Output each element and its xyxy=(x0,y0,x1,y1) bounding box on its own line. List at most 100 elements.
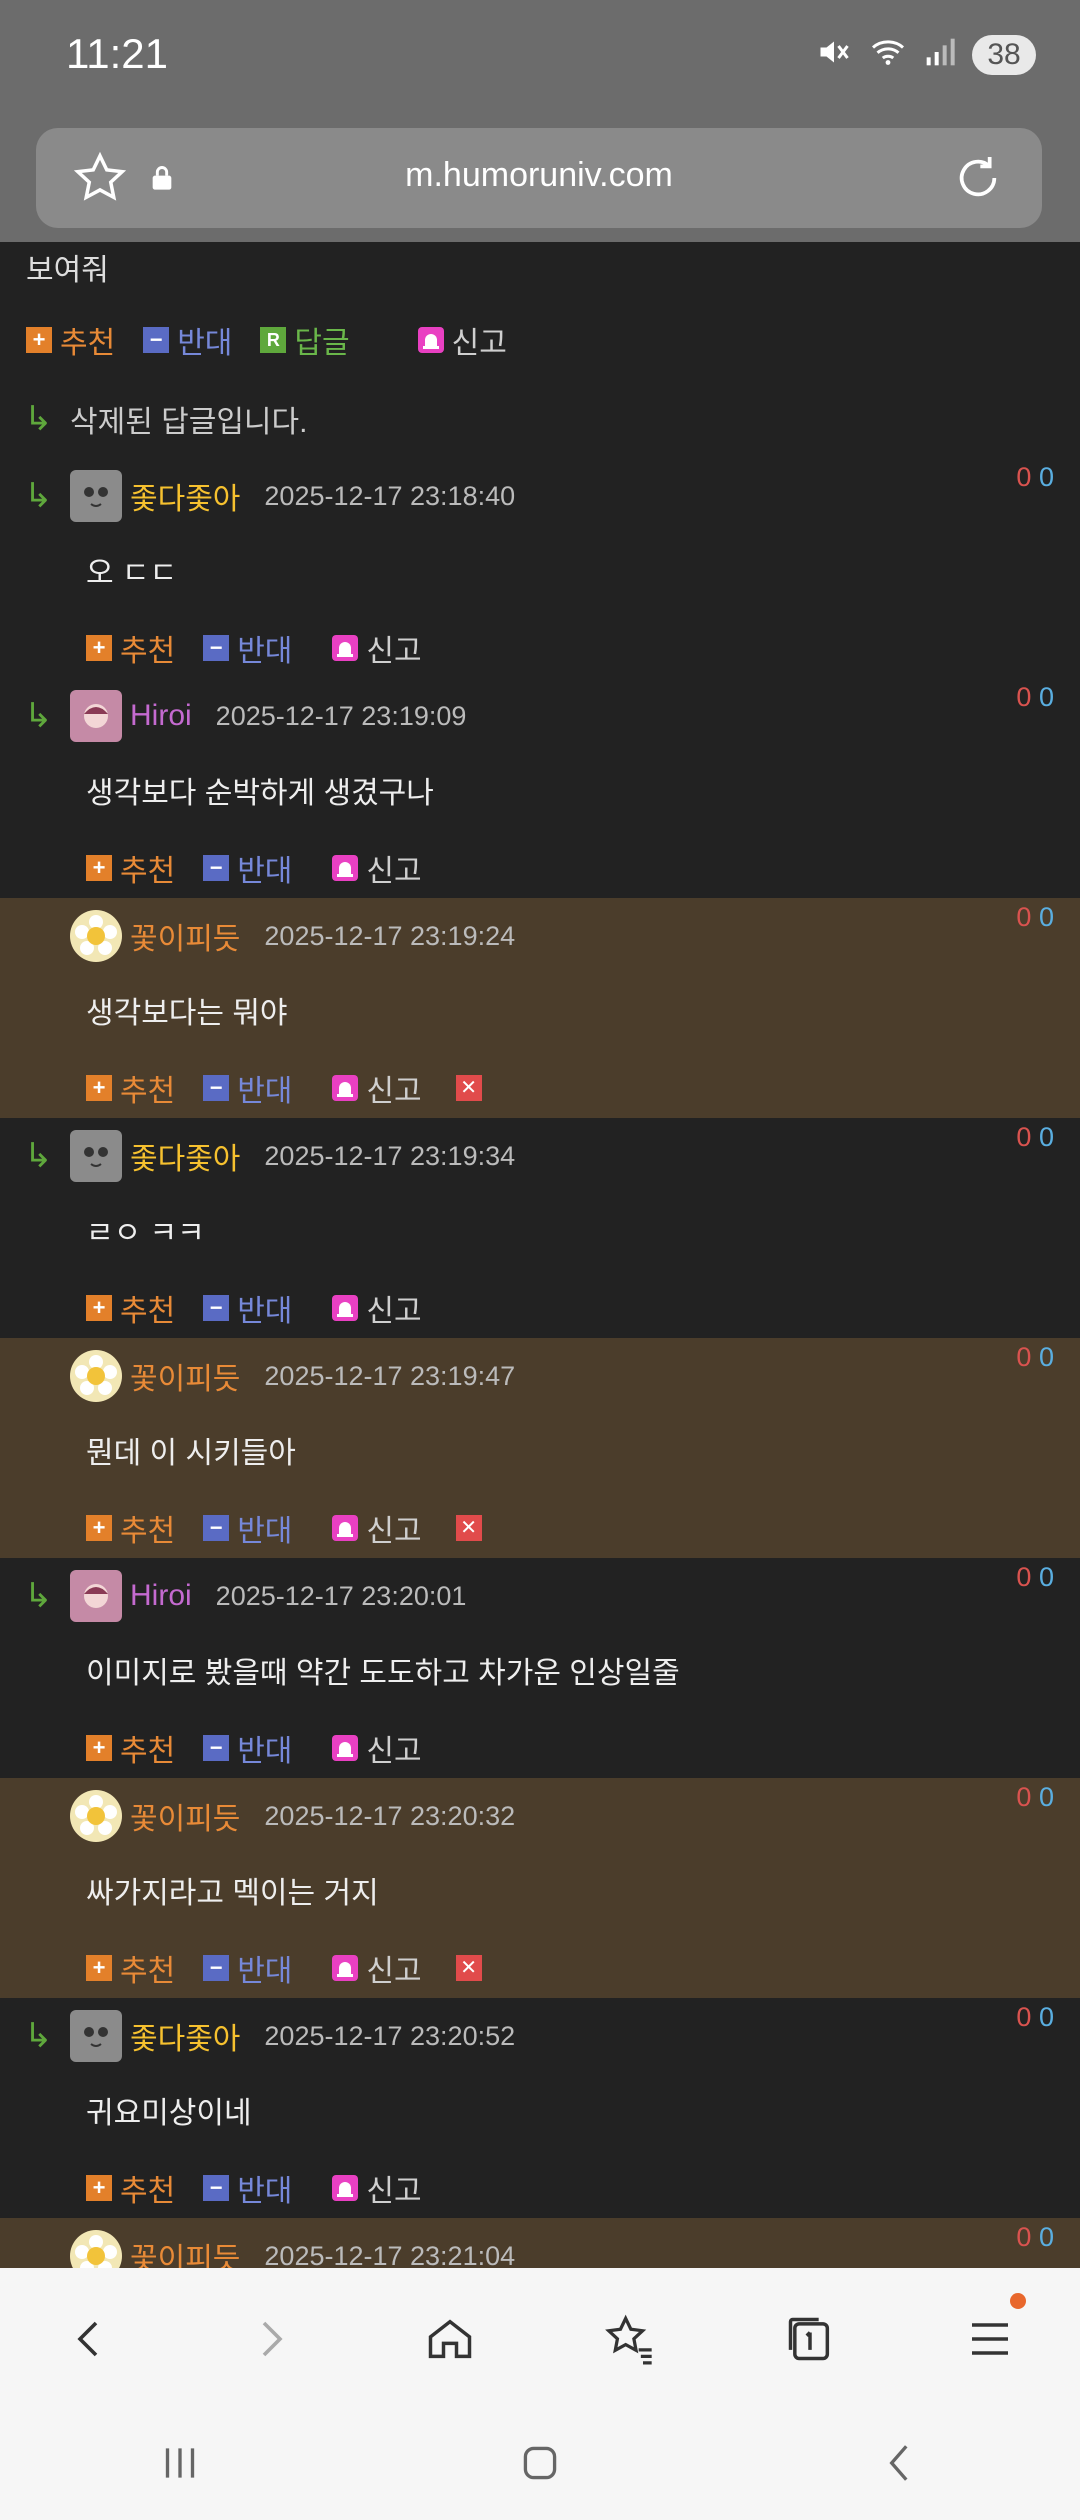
reload-icon[interactable] xyxy=(950,150,1006,211)
bookmarks-button[interactable] xyxy=(590,2299,670,2379)
nickname[interactable]: 꽃이피듯 xyxy=(130,1794,240,1838)
report-button[interactable]: 신고 xyxy=(332,2166,422,2210)
comment-actions: + 추천 − 반대 신고 ✕ xyxy=(86,1488,482,1568)
report-button[interactable]: 신고 xyxy=(332,1066,422,1110)
report-button[interactable]: 신고 xyxy=(332,1286,422,1330)
avatar[interactable] xyxy=(70,1790,122,1842)
nickname[interactable]: 좇다좇아 xyxy=(130,474,240,518)
recommend-button[interactable]: + 추천 xyxy=(86,1726,175,1770)
comments-area: 보여줘 + 추천 − 반대 R 답글 신고 ↳ 삭제된 답글입니다. ↳ 좇다좇아 2… xyxy=(0,242,1080,2268)
browser-bottom-nav xyxy=(0,2268,1080,2410)
siren-icon xyxy=(332,1075,359,1101)
recommend-button[interactable]: + 추천 xyxy=(86,2166,175,2210)
recommend-button[interactable]: + 추천 xyxy=(86,1946,175,1990)
avatar[interactable] xyxy=(70,2010,122,2062)
forward-button[interactable] xyxy=(230,2299,310,2379)
report-button[interactable]: 신고 xyxy=(332,846,422,890)
back-system-button[interactable] xyxy=(875,2438,925,2493)
timestamp: 2025-12-17 23:19:09 xyxy=(215,700,467,731)
plus-icon: + xyxy=(86,1295,112,1321)
nickname[interactable]: Hiroi xyxy=(130,699,192,733)
nickname[interactable]: 꽃이피듯 xyxy=(130,914,240,958)
comment-text: 귀요미상이네 xyxy=(86,2097,252,2130)
tabs-icon xyxy=(788,2317,830,2361)
oppose-button[interactable]: − 반대 xyxy=(203,1946,292,1990)
oppose-button[interactable]: − 반대 xyxy=(203,1506,292,1550)
browser-toolbar: m.humoruniv.com xyxy=(0,120,1080,242)
nickname[interactable]: Hiroi xyxy=(130,1579,192,1613)
oppose-button[interactable]: − 반대 xyxy=(203,2166,292,2210)
reply-arrow-icon: ↳ xyxy=(24,477,53,515)
delete-button[interactable]: ✕ xyxy=(455,1075,482,1101)
recommend-button[interactable]: + 추천 xyxy=(86,1506,175,1550)
comment-actions: + 추천 − 반대 신고 xyxy=(86,1708,422,1788)
delete-button[interactable]: ✕ xyxy=(455,1955,482,1981)
comment-item: 꽃이피듯 2025-12-17 23:19:24 0 0 생각보다는 뭐야 + 추… xyxy=(0,898,1080,1118)
system-nav-bar xyxy=(0,2410,1080,2520)
nickname[interactable]: 꽃이피듯 xyxy=(130,2234,240,2268)
clock: 11:21 xyxy=(66,30,168,77)
comment-actions: + 추천 − 반대 신고 ✕ xyxy=(86,1928,482,2008)
reply-icon: R xyxy=(260,327,287,353)
notification-dot xyxy=(1010,2293,1026,2309)
plus-icon: + xyxy=(26,327,52,353)
siren-icon xyxy=(332,1735,359,1761)
home-system-button[interactable] xyxy=(515,2438,565,2493)
report-button[interactable]: 신고 xyxy=(417,318,507,362)
report-button[interactable]: 신고 xyxy=(332,626,422,670)
siren-icon xyxy=(332,1955,359,1981)
delete-button[interactable]: ✕ xyxy=(455,1515,482,1541)
nickname[interactable]: 좇다좇아 xyxy=(130,1134,240,1178)
recommend-button[interactable]: + 추천 xyxy=(86,1066,175,1110)
reply-button[interactable]: R 답글 xyxy=(260,318,350,362)
avatar[interactable] xyxy=(70,1570,122,1622)
recent-apps-button[interactable] xyxy=(155,2438,205,2493)
oppose-button[interactable]: − 반대 xyxy=(203,846,292,890)
minus-icon: − xyxy=(203,1955,230,1981)
vote-counts: 0 0 xyxy=(1016,1122,1054,1152)
report-button[interactable]: 신고 xyxy=(332,1946,422,1990)
url-text[interactable]: m.humoruniv.com xyxy=(36,156,1042,195)
comment-item: 꽃이피듯 2025-12-17 23:20:32 0 0 싸가지라고 멕이는 거… xyxy=(0,1778,1080,1998)
timestamp: 2025-12-17 23:18:40 xyxy=(264,480,516,511)
siren-icon xyxy=(332,1295,359,1321)
avatar[interactable] xyxy=(70,470,122,522)
chevron-right-icon xyxy=(262,2321,283,2357)
menu-button[interactable] xyxy=(950,2293,1030,2379)
avatar[interactable] xyxy=(70,1350,122,1402)
wifi-icon xyxy=(868,34,908,75)
avatar[interactable] xyxy=(70,910,122,962)
oppose-button[interactable]: − 반대 xyxy=(143,318,232,362)
oppose-button[interactable]: − 반대 xyxy=(203,1286,292,1330)
vote-counts: 0 0 xyxy=(1016,682,1054,712)
avatar[interactable] xyxy=(70,690,122,742)
minus-icon: − xyxy=(203,1515,230,1541)
oppose-button[interactable]: − 반대 xyxy=(203,1066,292,1110)
timestamp: 2025-12-17 23:20:32 xyxy=(264,1800,516,1831)
oppose-button[interactable]: − 반대 xyxy=(203,626,292,670)
tabs-button[interactable] xyxy=(770,2299,850,2379)
back-button[interactable] xyxy=(50,2299,130,2379)
recommend-button[interactable]: + 추천 xyxy=(86,846,175,890)
avatar[interactable] xyxy=(70,1130,122,1182)
avatar[interactable] xyxy=(70,2230,122,2268)
siren-icon xyxy=(332,635,359,661)
address-bar[interactable]: m.humoruniv.com xyxy=(36,128,1042,228)
comment-actions: + 추천 − 반대 신고 xyxy=(86,608,422,688)
comment-item: ↳ Hiroi 2025-12-17 23:20:01 0 0 이미지로 봤을때… xyxy=(0,1558,1080,1778)
comment-item: ↳ 좇다좇아 2025-12-17 23:19:34 0 0 ㄹㅇ ㅋㅋ + 추천… xyxy=(0,1118,1080,1338)
recommend-button[interactable]: + 추천 xyxy=(86,1286,175,1330)
report-button[interactable]: 신고 xyxy=(332,1726,422,1770)
nickname[interactable]: 꽃이피듯 xyxy=(130,1354,240,1398)
plus-icon: + xyxy=(86,2175,112,2201)
recommend-button[interactable]: + 추천 xyxy=(26,318,115,362)
report-button[interactable]: 신고 xyxy=(332,1506,422,1550)
comment-item: 꽃이피듯 2025-12-17 23:21:04 0 0 xyxy=(0,2218,1080,2268)
home-square-icon xyxy=(523,2446,557,2479)
nickname[interactable]: 좇다좇아 xyxy=(130,2014,240,2058)
oppose-button[interactable]: − 반대 xyxy=(203,1726,292,1770)
chevron-left-icon xyxy=(77,2321,98,2357)
recommend-button[interactable]: + 추천 xyxy=(86,626,175,670)
timestamp: 2025-12-17 23:19:47 xyxy=(264,1360,516,1391)
home-button[interactable] xyxy=(410,2299,490,2379)
